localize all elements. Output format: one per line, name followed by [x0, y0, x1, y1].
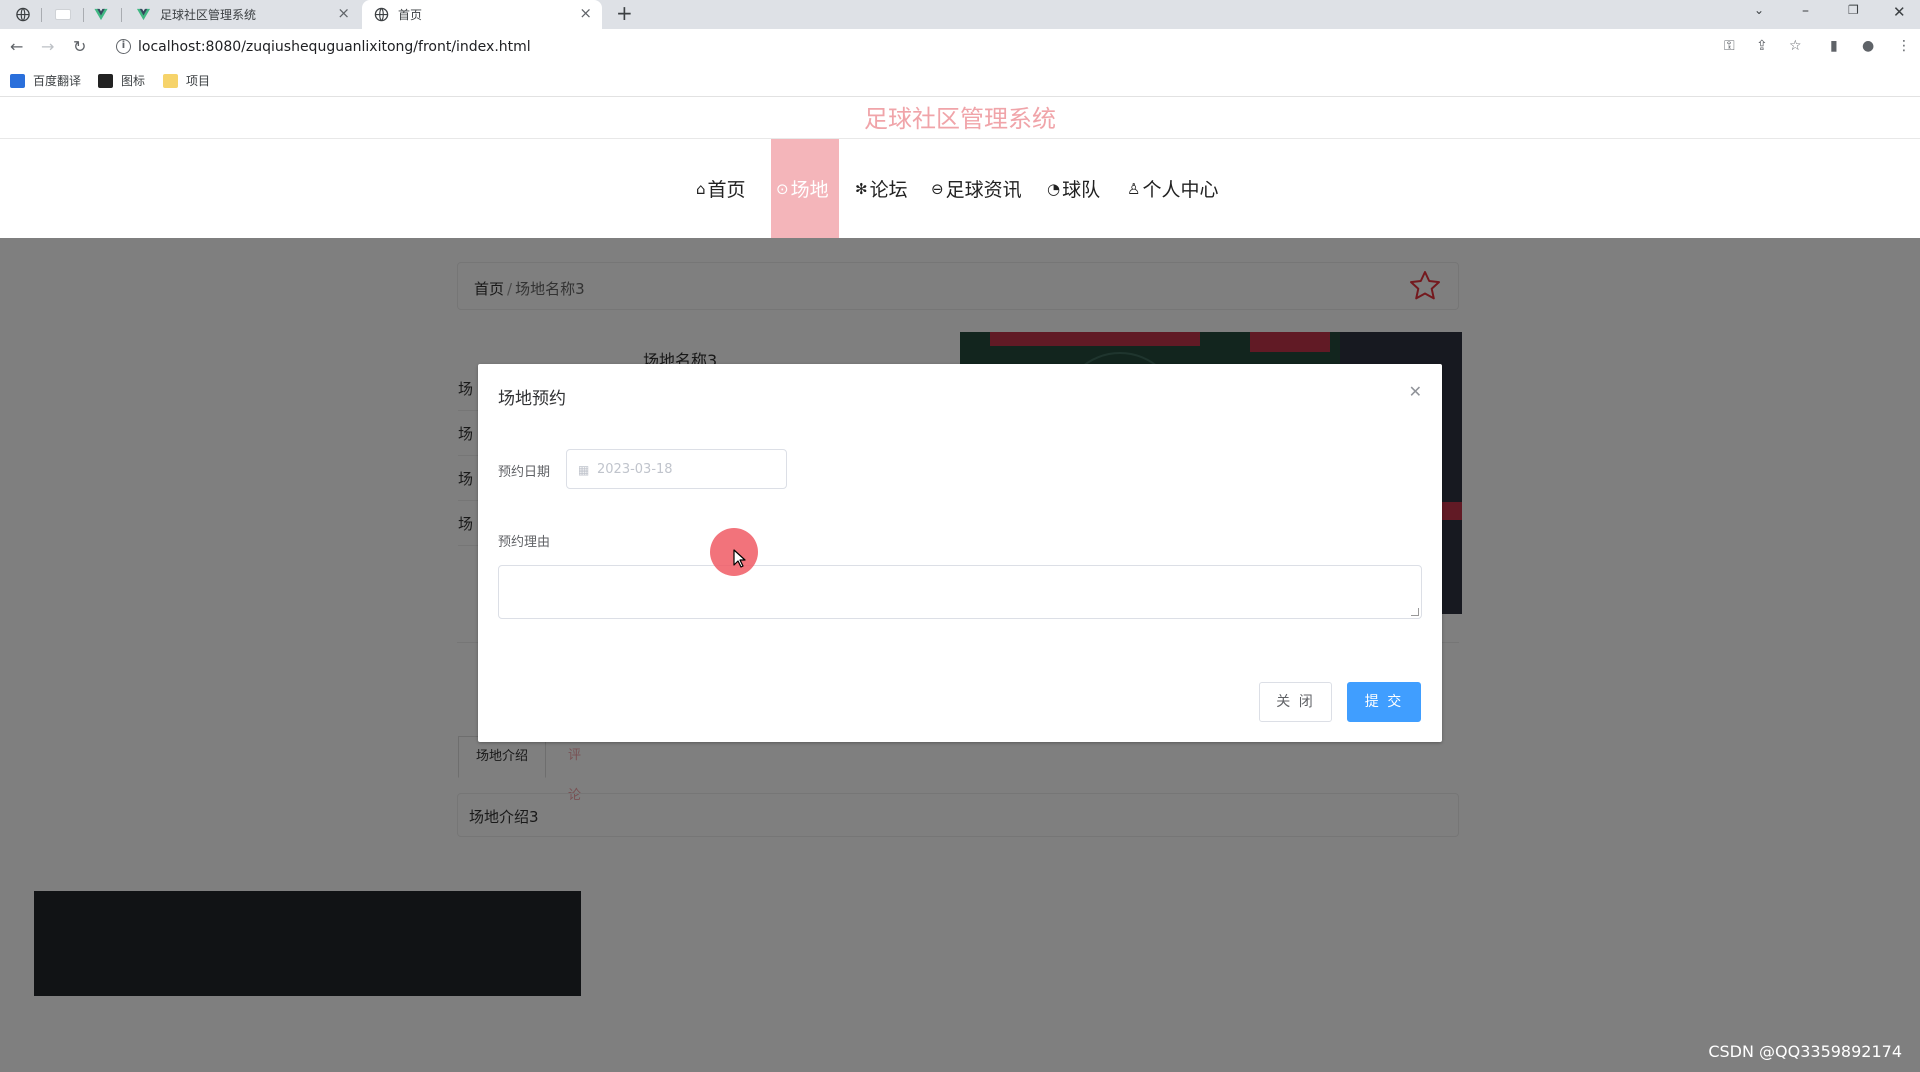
browser-tab-bar: 足球社区管理系统 × 首页 × + ⌄ – ❐ ✕: [0, 0, 1920, 29]
submit-button[interactable]: 提 交: [1347, 682, 1421, 722]
globe-icon[interactable]: [15, 7, 31, 22]
key-icon[interactable]: ⚿: [1724, 38, 1735, 54]
folder-icon: [163, 73, 178, 88]
date-label: 预约日期: [498, 465, 551, 480]
bookmark-project[interactable]: 项目: [163, 72, 210, 89]
calendar-icon: ▦: [578, 463, 590, 477]
side-panel-icon[interactable]: ▮: [1830, 38, 1838, 54]
minimize-icon[interactable]: –: [1802, 3, 1809, 19]
close-icon[interactable]: ×: [337, 6, 350, 21]
tab-separator: [121, 8, 122, 22]
nav-home[interactable]: ⌂ 首页: [696, 139, 746, 238]
user-icon: ♙: [1127, 179, 1141, 198]
baidu-translate-icon: [10, 73, 25, 88]
close-button[interactable]: 关 闭: [1259, 682, 1332, 722]
nav-venue[interactable]: ⊙ 场地: [771, 139, 839, 238]
reservation-reason-textarea[interactable]: [498, 565, 1422, 619]
date-value[interactable]: 2023-03-18: [597, 462, 673, 477]
bookmark-icons[interactable]: 图标: [98, 72, 145, 89]
nav-label: 场地: [790, 179, 829, 201]
back-arrow-icon[interactable]: ←: [10, 37, 23, 57]
nav-label: 个人中心: [1142, 179, 1219, 201]
bookmarks-bar: 百度翻译 图标 项目: [0, 66, 1920, 97]
reason-label: 预约理由: [498, 535, 551, 550]
tab-home[interactable]: 首页 ×: [362, 0, 602, 29]
tab-separator: [83, 8, 84, 22]
tab-title: 足球社区管理系统: [160, 8, 257, 22]
url-text[interactable]: localhost:8080/zuqiushequguanlixitong/fr…: [138, 39, 531, 55]
vue-logo-icon: [136, 7, 151, 22]
tab-football-system[interactable]: 足球社区管理系统 ×: [124, 0, 360, 29]
globe-icon: [374, 7, 389, 22]
image-icon: [98, 73, 113, 88]
nav-team[interactable]: ◔ 球队: [1047, 139, 1100, 238]
nav-label: 论坛: [869, 179, 908, 201]
nav-personal-center[interactable]: ♙ 个人中心: [1127, 139, 1218, 238]
dialog-title: 场地预约: [498, 389, 566, 409]
new-tab-button[interactable]: +: [616, 3, 633, 23]
team-icon: ◔: [1047, 179, 1061, 198]
bookmark-baidu-translate[interactable]: 百度翻译: [10, 72, 81, 89]
bookmark-label: 图标: [121, 74, 146, 88]
watermark: CSDN @QQ3359892174: [1708, 1042, 1902, 1061]
bookmark-label: 百度翻译: [33, 74, 82, 88]
news-icon: ⊖: [931, 179, 944, 198]
address-bar[interactable]: i localhost:8080/zuqiushequguanlixitong/…: [106, 32, 1792, 62]
bookmark-label: 项目: [186, 74, 211, 88]
nav-label: 足球资讯: [945, 179, 1022, 201]
restore-icon[interactable]: ❐: [1848, 3, 1859, 17]
nav-news[interactable]: ⊖ 足球资讯: [931, 139, 1022, 238]
main-nav: ⌂ 首页 ⊙ 场地 ✻ 论坛 ⊖ 足球资讯 ◔ 球队 ♙ 个人中心: [0, 139, 1920, 238]
tab-search-icon[interactable]: ⌄: [1754, 3, 1764, 17]
site-info-icon[interactable]: i: [116, 39, 131, 54]
share-icon[interactable]: ⇪: [1756, 38, 1768, 54]
venue-icon: ⊙: [776, 179, 789, 198]
nav-label: 首页: [707, 179, 746, 201]
bookmark-star-icon[interactable]: ☆: [1789, 38, 1802, 54]
tab-separator: [41, 8, 42, 22]
nav-label: 球队: [1062, 179, 1101, 201]
close-icon[interactable]: ×: [579, 6, 592, 21]
forum-icon: ✻: [855, 179, 868, 198]
site-title: 足球社区管理系统: [0, 97, 1920, 139]
close-icon[interactable]: ✕: [1409, 384, 1422, 400]
resize-grip-icon[interactable]: [1411, 608, 1419, 616]
window-close-icon[interactable]: ✕: [1893, 3, 1906, 21]
reload-icon[interactable]: ↻: [73, 37, 86, 57]
nav-forum[interactable]: ✻ 论坛: [855, 139, 908, 238]
mouse-cursor-icon: [733, 549, 746, 568]
forward-arrow-icon[interactable]: →: [41, 37, 54, 57]
menu-dots-icon[interactable]: ⋮: [1897, 38, 1911, 54]
pinned-tab-icon[interactable]: [55, 9, 71, 20]
reservation-date-picker[interactable]: ▦ 2023-03-18: [566, 449, 787, 489]
reservation-dialog: 场地预约 ✕ 预约日期 ▦ 2023-03-18 预约理由 关 闭 提 交: [478, 364, 1442, 742]
home-icon: ⌂: [696, 179, 706, 198]
vue-logo-icon[interactable]: [93, 7, 109, 22]
tab-title: 首页: [398, 8, 423, 22]
browser-toolbar: ← → ↻ i localhost:8080/zuqiushequguanlix…: [0, 29, 1920, 66]
profile-icon[interactable]: ●: [1862, 38, 1874, 54]
